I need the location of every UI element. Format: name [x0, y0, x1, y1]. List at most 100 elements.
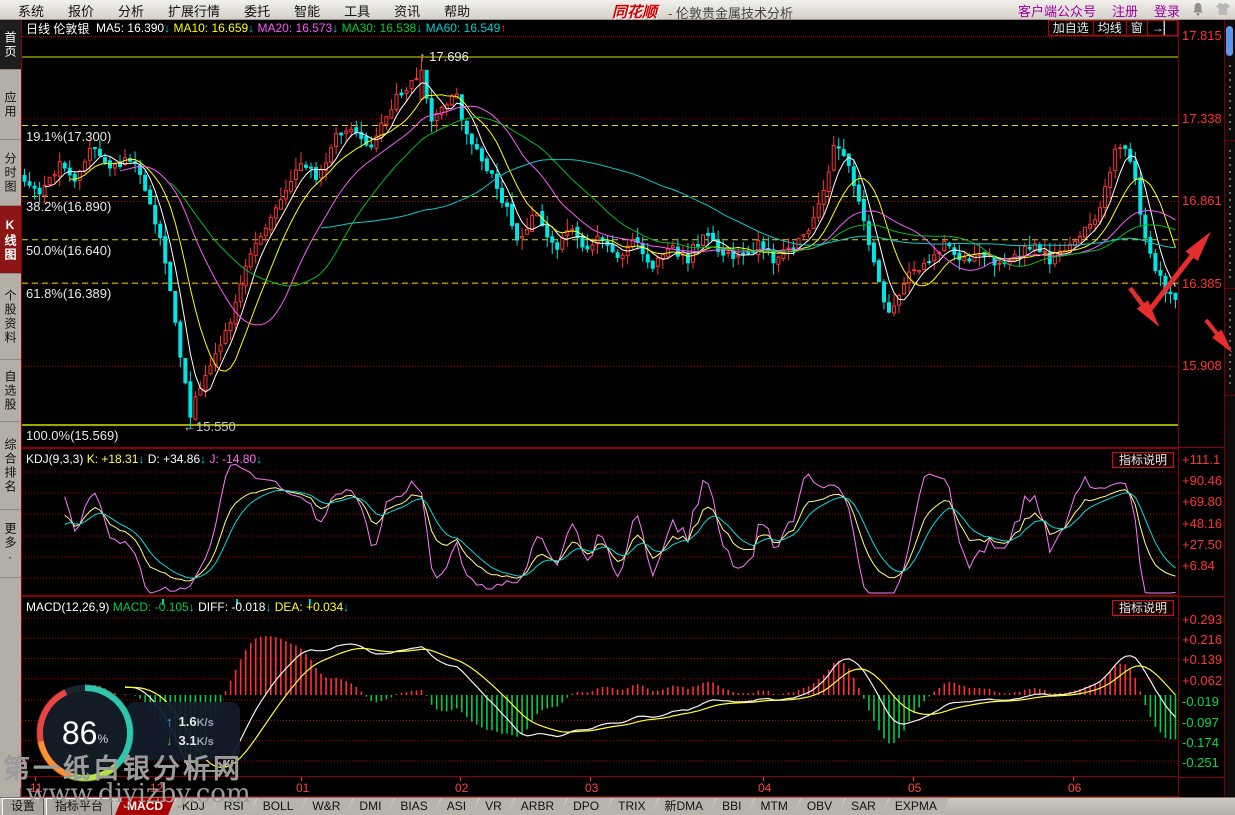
kdj-axis-label-3: +48.16 [1182, 516, 1222, 531]
tabbar-button-0[interactable]: 设置 [2, 798, 44, 815]
month-label-5: 04 [758, 781, 771, 795]
health-gauge[interactable]: 86 % [36, 684, 134, 782]
tab-vr[interactable]: VR [473, 798, 514, 815]
tab-bbi[interactable]: BBI [710, 798, 753, 815]
account-link-2[interactable]: 登录 [1154, 1, 1180, 20]
header-button-0[interactable]: 加自选 [1048, 20, 1094, 36]
menu-item-8[interactable]: 帮助 [432, 1, 482, 20]
price-axis-label-2: 16.861 [1182, 193, 1222, 208]
macd-axis-label-1: +0.216 [1182, 632, 1222, 647]
kdj-axis-label-5: +6.84 [1182, 558, 1215, 573]
price-axis-label-3: 16.385 [1182, 276, 1222, 291]
tab-obv[interactable]: OBV [795, 798, 844, 815]
account-link-0[interactable]: 客户端公众号 [1018, 1, 1096, 20]
macd-axis-label-2: +0.139 [1182, 652, 1222, 667]
sidebar-item-6[interactable]: 综合排名 [0, 422, 21, 510]
tab-mtm[interactable]: MTM [749, 798, 800, 815]
tab-arbr[interactable]: ARBR [509, 798, 566, 815]
sidebar-item-1[interactable]: 应用 [0, 70, 21, 140]
tab-rsi[interactable]: RSI [212, 798, 256, 815]
kdj-axis-label-4: +27.50 [1182, 537, 1222, 552]
symbol-label[interactable]: 伦敦银 [53, 20, 89, 37]
month-label-4: 03 [585, 781, 598, 795]
month-label-3: 02 [455, 781, 468, 795]
month-label-0: 11 [30, 781, 42, 795]
sidebar-item-2[interactable]: 分时图 [0, 140, 21, 206]
tab-kdj[interactable]: KDJ [170, 798, 217, 815]
tab--dma[interactable]: 新DMA [652, 798, 715, 815]
macd-axis-label-4: -0.019 [1182, 694, 1219, 709]
scrollbar-thumb[interactable] [1226, 26, 1233, 56]
menu-item-1[interactable]: 报价 [56, 1, 106, 20]
tab-w-r[interactable]: W&R [300, 798, 352, 815]
left-sidebar: 首页应用分时图K线图个股资料自选股综合排名更多· [0, 20, 21, 797]
right-collapsed-panel[interactable] [1224, 20, 1235, 797]
menu-bar: 系统报价分析扩展行情委托智能工具资讯帮助 [6, 0, 482, 20]
menu-item-7[interactable]: 资讯 [382, 1, 432, 20]
peak-price-label: ↑ 17.696 [419, 49, 469, 64]
title-bar: 系统报价分析扩展行情委托智能工具资讯帮助 同花顺 - 伦敦贵金属技术分析 客户端… [0, 0, 1235, 20]
sidebar-item-7[interactable]: 更多· [0, 510, 21, 578]
kdj-axis-label-2: +69.80 [1182, 494, 1222, 509]
macd-axis-label-5: -0.097 [1182, 715, 1219, 730]
sidebar-item-0[interactable]: 首页 [0, 20, 21, 70]
candlestick-chart[interactable] [22, 37, 1178, 447]
ma-trend-arrow-4: ↑ [500, 21, 506, 35]
header-button-2[interactable]: 窗 [1126, 20, 1148, 36]
menu-item-5[interactable]: 智能 [282, 1, 332, 20]
tab-dpo[interactable]: DPO [561, 798, 611, 815]
tab-expma[interactable]: EXPMA [883, 798, 949, 815]
tab-sar[interactable]: SAR [839, 798, 888, 815]
fib-label-3: 61.8%(16.389) [26, 286, 111, 301]
sidebar-item-4[interactable]: 个股资料 [0, 274, 21, 360]
chart-header-buttons: 加自选均线窗→▏ [1049, 20, 1178, 36]
kdj-chart[interactable] [22, 449, 1178, 595]
month-label-2: 01 [296, 781, 309, 795]
kdj-indicator-help-button[interactable]: 指标说明 [1112, 452, 1174, 468]
macd-axis-label-0: +0.293 [1182, 612, 1222, 627]
menu-item-3[interactable]: 扩展行情 [156, 1, 232, 20]
kdj-axis-label-1: +90.46 [1182, 473, 1222, 488]
macd-header: MACD(12,26,9) MACD: -0.105↓ DIFF: -0.018… [26, 600, 349, 614]
collapse-panel-icon[interactable]: →▏ [1147, 20, 1178, 36]
menu-item-2[interactable]: 分析 [106, 1, 156, 20]
fib-label-1: 38.2%(16.890) [26, 199, 111, 214]
macd-indicator-help-button[interactable]: 指标说明 [1112, 600, 1174, 616]
menu-item-0[interactable]: 系统 [6, 1, 56, 20]
month-label-6: 05 [908, 781, 921, 795]
header-button-1[interactable]: 均线 [1093, 20, 1127, 36]
sidebar-item-5[interactable]: 自选股 [0, 360, 21, 422]
tab-boll[interactable]: BOLL [251, 798, 306, 815]
sidebar-filler [0, 578, 21, 788]
macd-axis-label-6: -0.174 [1182, 735, 1219, 750]
tab-macd[interactable]: MACD [115, 798, 175, 815]
tab-trix[interactable]: TRIX [606, 798, 657, 815]
ma-legend-3: MA30: 16.538 [338, 21, 416, 35]
menu-item-6[interactable]: 工具 [332, 1, 382, 20]
account-link-1[interactable]: 注册 [1112, 1, 1138, 20]
ma-legend-1: MA10: 16.659 [170, 21, 248, 35]
price-axis-label-4: 15.908 [1182, 358, 1222, 373]
kdj-header: KDJ(9,3,3) K: +18.31↓ D: +34.86↓ J: -14.… [26, 452, 262, 466]
macd-axis-label-3: +0.062 [1182, 673, 1222, 688]
ma-legend: MA5: 16.390↓ MA10: 16.659↓ MA20: 16.573↓… [93, 21, 507, 35]
tab-dmi[interactable]: DMI [347, 798, 393, 815]
app-window: 系统报价分析扩展行情委托智能工具资讯帮助 同花顺 - 伦敦贵金属技术分析 客户端… [0, 0, 1235, 815]
kdj-axis-label-0: +111.1 [1182, 452, 1220, 467]
ma-legend-0: MA5: 16.390 [93, 21, 164, 35]
month-label-7: 06 [1068, 781, 1081, 795]
price-axis-label-0: 17.815 [1182, 28, 1222, 43]
theme-shirt-icon[interactable] [1215, 2, 1231, 17]
notification-bell-icon[interactable] [1191, 2, 1205, 17]
download-arrow-icon: ↓ [166, 733, 173, 748]
macd-axis-label-7: -0.251 [1182, 755, 1219, 770]
tab-bias[interactable]: BIAS [388, 798, 439, 815]
price-axis-label-1: 17.338 [1182, 111, 1222, 126]
period-label[interactable]: 日线 [22, 20, 50, 37]
sidebar-item-3[interactable]: K线图 [0, 206, 21, 274]
menu-item-4[interactable]: 委托 [232, 1, 282, 20]
tab-asi[interactable]: ASI [435, 798, 478, 815]
ma-legend-4: MA60: 16.549 [422, 21, 500, 35]
account-links: 客户端公众号注册登录 [1018, 0, 1180, 20]
tabbar-button-1[interactable]: 指标平台 [46, 798, 112, 815]
